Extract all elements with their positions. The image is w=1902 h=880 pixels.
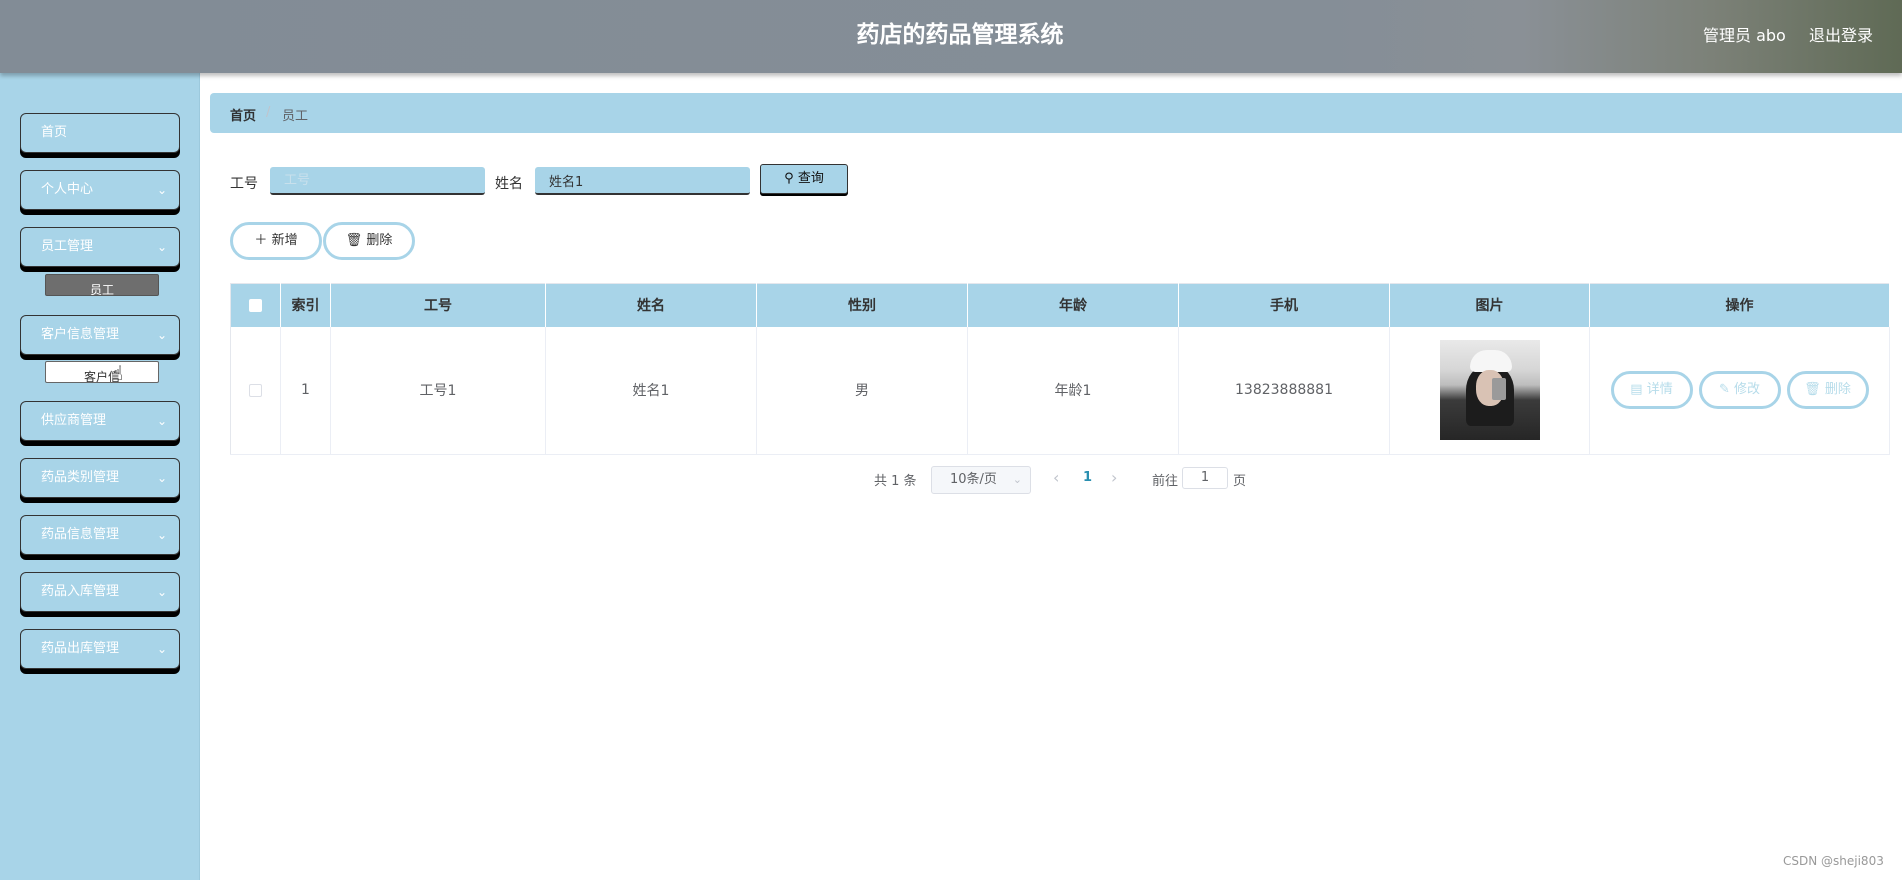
- chevron-down-icon: ⌄: [156, 471, 167, 485]
- column-header: 工号: [330, 283, 546, 327]
- index-cell: 1: [280, 326, 331, 455]
- add-button-label: 新增: [271, 233, 298, 248]
- edit-button[interactable]: ✎ 修改: [1698, 371, 1781, 410]
- sidebar-item-label: 药品出库管理: [41, 641, 120, 656]
- breadcrumb: 首页 / 员工: [210, 93, 1902, 133]
- detail-label: 详情: [1646, 382, 1673, 398]
- sidebar-item-employee-management[interactable]: 员工管理 ⌄: [20, 227, 180, 267]
- chevron-down-icon: ⌄: [156, 414, 167, 428]
- name-label: 姓名: [495, 176, 523, 192]
- sidebar-subitem-customer[interactable]: 客户信: [45, 361, 159, 383]
- table-header-row: 索引 工号 姓名 性别 年龄 手机 图片 操作: [230, 283, 1890, 327]
- next-page-button[interactable]: ›: [1111, 468, 1117, 487]
- name-input[interactable]: [535, 167, 750, 195]
- sidebar-item-label: 个人中心: [41, 182, 94, 197]
- sidebar-item-supplier-management[interactable]: 供应商管理 ⌄: [20, 401, 180, 441]
- employee-id-label: 工号: [230, 176, 258, 192]
- employee-table: 索引 工号 姓名 性别 年龄 手机 图片 操作 1 工号1 姓名1 男 年龄1 …: [230, 283, 1890, 455]
- sidebar-item-label: 员工管理: [41, 239, 94, 254]
- select-all-checkbox[interactable]: [249, 298, 262, 312]
- query-button[interactable]: ⚲ 查询: [760, 164, 848, 194]
- row-checkbox[interactable]: [249, 383, 262, 397]
- chevron-down-icon: ⌄: [1012, 473, 1022, 486]
- sidebar-item-drug-info[interactable]: 药品信息管理 ⌄: [20, 515, 180, 555]
- column-header: 性别: [756, 283, 968, 327]
- row-delete-button[interactable]: 🗑 删除: [1786, 371, 1869, 410]
- sidebar-item-home[interactable]: 首页: [20, 113, 180, 153]
- phone-cell: 13823888881: [1178, 326, 1390, 455]
- goto-page-input[interactable]: 1: [1182, 467, 1228, 489]
- admin-user-label: 管理员 abo: [1703, 26, 1786, 45]
- page-size-select[interactable]: 10条/页 ⌄: [931, 466, 1031, 494]
- search-icon: ⚲: [784, 171, 794, 186]
- top-header: 药店的药品管理系统 管理员 abo 退出登录: [0, 0, 1902, 73]
- column-header: 姓名: [545, 283, 757, 327]
- current-page-number[interactable]: 1: [1083, 470, 1092, 485]
- chevron-down-icon: ⌄: [156, 240, 167, 254]
- select-all-header[interactable]: [230, 283, 281, 327]
- trash-icon: 🗑: [345, 233, 363, 248]
- sidebar-subitem-employee[interactable]: 员工: [45, 274, 159, 296]
- plus-icon: ＋: [254, 233, 268, 248]
- batch-delete-label: 删除: [366, 233, 393, 248]
- column-header: 操作: [1589, 283, 1890, 327]
- name-cell: 姓名1: [545, 326, 757, 455]
- pencil-icon: ✎: [1718, 382, 1730, 398]
- add-button[interactable]: ＋ 新增: [230, 222, 322, 260]
- watermark: CSDN @sheji803: [1783, 854, 1884, 868]
- edit-label: 修改: [1734, 382, 1761, 398]
- goto-suffix: 页: [1233, 474, 1247, 489]
- sidebar-item-drug-outbound[interactable]: 药品出库管理 ⌄: [20, 629, 180, 669]
- breadcrumb-separator: /: [266, 105, 271, 120]
- chevron-down-icon: ⌄: [156, 328, 167, 342]
- employee-id-input[interactable]: [270, 167, 485, 195]
- sidebar-item-drug-inbound[interactable]: 药品入库管理 ⌄: [20, 572, 180, 612]
- row-delete-label: 删除: [1824, 382, 1851, 398]
- sidebar-item-drug-category[interactable]: 药品类别管理 ⌄: [20, 458, 180, 498]
- pagination-total: 共 1 条: [874, 474, 917, 489]
- employee-id-cell: 工号1: [330, 326, 546, 455]
- hand-cursor-icon: ☝: [111, 361, 124, 385]
- sidebar-item-label: 供应商管理: [41, 413, 107, 428]
- detail-button[interactable]: ▤ 详情: [1610, 371, 1693, 410]
- gender-cell: 男: [756, 326, 968, 455]
- employee-photo[interactable]: [1439, 340, 1540, 441]
- logout-link[interactable]: 退出登录: [1809, 22, 1873, 46]
- chevron-down-icon: ⌄: [156, 585, 167, 599]
- chevron-down-icon: ⌄: [156, 528, 167, 542]
- column-header: 手机: [1178, 283, 1390, 327]
- prev-page-button[interactable]: ‹: [1053, 468, 1059, 487]
- photo-cell: [1389, 326, 1590, 455]
- sidebar-item-customer-management[interactable]: 客户信息管理 ⌄: [20, 315, 180, 355]
- trash-icon: 🗑: [1804, 382, 1821, 398]
- column-header: 年龄: [967, 283, 1179, 327]
- table-row: 1 工号1 姓名1 男 年龄1 13823888881 ▤ 详情 ✎ 修改 🗑 删除: [230, 326, 1890, 455]
- goto-label: 前往: [1152, 474, 1179, 489]
- batch-delete-button[interactable]: 🗑 删除: [323, 222, 415, 260]
- sidebar-item-label: 药品类别管理: [41, 470, 120, 485]
- document-icon: ▤: [1630, 382, 1643, 398]
- row-select-cell[interactable]: [230, 326, 281, 455]
- sidebar-item-personal-center[interactable]: 个人中心 ⌄: [20, 170, 180, 210]
- chevron-down-icon: ⌄: [156, 642, 167, 656]
- age-cell: 年龄1: [967, 326, 1179, 455]
- sidebar-item-label: 药品入库管理: [41, 584, 120, 599]
- sidebar-item-label: 首页: [41, 125, 68, 140]
- column-header: 索引: [280, 283, 331, 327]
- app-title: 药店的药品管理系统: [856, 22, 1064, 48]
- sidebar-item-label: 客户信息管理: [41, 327, 120, 342]
- sidebar-item-label: 药品信息管理: [41, 527, 120, 542]
- chevron-down-icon: ⌄: [156, 183, 167, 197]
- column-header: 图片: [1389, 283, 1590, 327]
- operations-cell: ▤ 详情 ✎ 修改 🗑 删除: [1589, 326, 1890, 455]
- breadcrumb-home[interactable]: 首页: [230, 105, 256, 124]
- breadcrumb-current: 员工: [282, 109, 309, 124]
- page-size-value: 10条/页: [950, 472, 997, 487]
- query-button-label: 查询: [797, 171, 824, 186]
